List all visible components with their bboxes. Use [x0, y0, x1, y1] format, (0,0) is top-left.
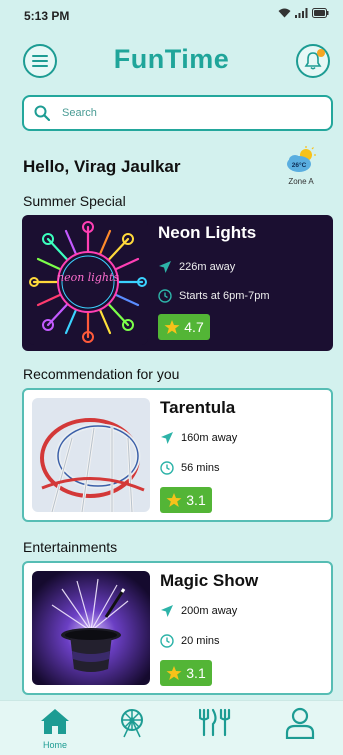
- star-icon: [166, 666, 182, 680]
- user-icon: [285, 707, 315, 740]
- card-title: Tarentula: [160, 398, 236, 417]
- rating-value: 4.7: [184, 319, 204, 335]
- card-distance: 226m away: [158, 260, 235, 274]
- navigation-arrow-icon: [161, 605, 173, 617]
- navigation-arrow-icon: [159, 261, 171, 273]
- home-icon: [41, 709, 69, 734]
- section-entertainments: Entertainments: [23, 539, 118, 555]
- weather-cloud-sun-icon: 26°C: [287, 146, 316, 172]
- card-distance: 160m away: [160, 431, 237, 445]
- rating-badge: 3.1: [160, 487, 212, 513]
- tarentula-image: [32, 398, 150, 512]
- time-text: 20 mins: [181, 635, 220, 647]
- status-icons: [278, 8, 329, 18]
- event-card-tarentula[interactable]: Tarentula 160m away 56 mins 3.1: [22, 388, 333, 522]
- search-bar[interactable]: [22, 95, 333, 131]
- star-icon: [166, 493, 182, 507]
- status-bar: 5:13 PM: [0, 0, 343, 30]
- nav-rides[interactable]: [110, 707, 154, 744]
- event-card-magic-show[interactable]: Magic Show 200m away 20 mins 3.1: [22, 561, 333, 695]
- card-title: Magic Show: [160, 571, 259, 590]
- time-text: Starts at 6pm-7pm: [179, 290, 270, 302]
- clock-icon: [160, 461, 174, 475]
- section-recommendation: Recommendation for you: [23, 366, 180, 382]
- notifications-button[interactable]: [296, 44, 330, 78]
- fork-knife-icon: [198, 708, 231, 737]
- section-summer-special: Summer Special: [23, 193, 126, 209]
- clock-icon: [158, 289, 172, 303]
- distance-text: 226m away: [179, 261, 236, 273]
- neon-lights-image: neon lights: [28, 219, 148, 345]
- nav-food[interactable]: [194, 707, 238, 744]
- bottom-nav: Home: [0, 700, 343, 755]
- rating-value: 3.1: [186, 665, 206, 681]
- time-text: 56 mins: [181, 462, 220, 474]
- navigation-arrow-icon: [161, 432, 173, 444]
- rating-badge: 4.7: [158, 314, 210, 340]
- rating-value: 3.1: [186, 492, 206, 508]
- search-input[interactable]: [60, 106, 304, 120]
- card-title: Neon Lights: [158, 223, 257, 242]
- search-icon: [34, 105, 50, 121]
- greeting-text: Hello, Virag Jaulkar: [23, 157, 181, 176]
- distance-text: 200m away: [181, 605, 238, 617]
- card-time: 56 mins: [160, 461, 220, 475]
- battery-icon: [312, 8, 329, 18]
- card-time: 20 mins: [160, 634, 220, 648]
- nav-home[interactable]: Home: [33, 707, 77, 750]
- clock-icon: [160, 634, 174, 648]
- card-time: Starts at 6pm-7pm: [158, 289, 269, 303]
- event-card-neon-lights[interactable]: neon lights Neon Lights 226m away Starts…: [22, 215, 333, 351]
- rating-badge: 3.1: [160, 660, 212, 686]
- magic-show-image: [32, 571, 150, 685]
- card-distance: 200m away: [160, 604, 237, 618]
- app-title: FunTime: [113, 44, 230, 74]
- nav-profile[interactable]: [278, 707, 322, 744]
- signal-icon: [295, 8, 308, 18]
- status-time: 5:13 PM: [24, 9, 70, 23]
- ferris-wheel-icon: [121, 709, 143, 738]
- nav-home-label: Home: [42, 740, 67, 750]
- app-header: FunTime: [0, 36, 343, 90]
- notification-badge: [317, 49, 325, 57]
- neon-logo-text: neon lights: [57, 271, 119, 284]
- weather-zone: Zone A: [288, 177, 314, 186]
- distance-text: 160m away: [181, 432, 238, 444]
- weather-widget[interactable]: 26°C Zone A: [283, 146, 319, 186]
- weather-temp: 26°C: [292, 161, 307, 169]
- wifi-icon: [278, 8, 291, 18]
- star-icon: [164, 320, 180, 334]
